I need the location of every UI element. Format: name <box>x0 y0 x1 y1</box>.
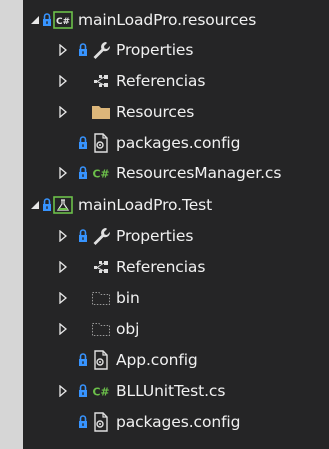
tree-item-bin[interactable]: bin <box>23 283 329 314</box>
collapsed-triangle-icon[interactable] <box>57 290 69 306</box>
tree-item-app-config[interactable]: App.config <box>23 345 329 376</box>
tree-item-label: Properties <box>116 227 194 245</box>
hidden-folder-icon <box>91 288 111 308</box>
tree-item-label: ResourcesManager.cs <box>116 164 282 182</box>
csharp-file-icon: C# <box>91 381 111 401</box>
expanded-triangle-icon[interactable] <box>29 12 41 28</box>
lock-icon <box>78 165 88 181</box>
lock-icon <box>78 414 88 430</box>
tree-item-packages-config[interactable]: packages.config <box>23 407 329 438</box>
tree-item-project-resources[interactable]: C# mainLoadPro.resources <box>23 5 329 36</box>
references-icon <box>91 257 111 277</box>
tree-item-label: Properties <box>116 41 194 59</box>
tree-item-label: BLLUnitTest.cs <box>116 382 226 400</box>
svg-text:C#: C# <box>56 17 70 27</box>
solution-explorer-tree: C# mainLoadPro.resources Properties Refe… <box>23 0 329 449</box>
references-icon <box>91 71 111 91</box>
config-file-icon <box>91 412 111 432</box>
lock-icon <box>78 383 88 399</box>
lock-icon <box>78 42 88 58</box>
tree-item-bllunittest-cs[interactable]: C# BLLUnitTest.cs <box>23 376 329 407</box>
collapsed-triangle-icon[interactable] <box>57 42 69 58</box>
lock-icon <box>78 228 88 244</box>
collapsed-triangle-icon[interactable] <box>57 73 69 89</box>
csharp-project-icon: C# <box>53 10 73 30</box>
tree-item-label: obj <box>116 320 140 338</box>
tree-item-project-test[interactable]: mainLoadPro.Test <box>23 190 329 221</box>
config-file-icon <box>91 133 111 153</box>
lock-icon <box>42 12 52 28</box>
tree-item-label: packages.config <box>116 413 241 431</box>
tree-item-resourcesmanager-cs[interactable]: C# ResourcesManager.cs <box>23 158 329 189</box>
folder-icon <box>91 102 111 122</box>
collapsed-triangle-icon[interactable] <box>57 259 69 275</box>
tree-item-label: Referencias <box>116 72 206 90</box>
lock-icon <box>78 135 88 151</box>
collapsed-triangle-icon[interactable] <box>57 321 69 337</box>
tree-item-label: Referencias <box>116 258 206 276</box>
tree-item-obj[interactable]: obj <box>23 314 329 345</box>
collapsed-triangle-icon[interactable] <box>57 228 69 244</box>
tree-item-references[interactable]: Referencias <box>23 252 329 283</box>
tree-item-properties[interactable]: Properties <box>23 221 329 252</box>
collapsed-triangle-icon[interactable] <box>57 104 69 120</box>
collapsed-triangle-icon[interactable] <box>57 383 69 399</box>
collapsed-triangle-icon[interactable] <box>57 165 69 181</box>
svg-text:C#: C# <box>93 386 110 399</box>
config-file-icon <box>91 350 111 370</box>
lock-icon <box>78 352 88 368</box>
tree-item-label: packages.config <box>116 134 241 152</box>
tree-item-label: mainLoadPro.Test <box>78 196 213 214</box>
tree-item-resources-folder[interactable]: Resources <box>23 97 329 128</box>
lock-icon <box>42 197 52 213</box>
tree-item-label: bin <box>116 289 140 307</box>
wrench-icon <box>91 40 111 60</box>
tree-item-properties[interactable]: Properties <box>23 35 329 66</box>
tree-item-packages-config[interactable]: packages.config <box>23 128 329 159</box>
hidden-folder-icon <box>91 319 111 339</box>
expanded-triangle-icon[interactable] <box>29 197 41 213</box>
tree-item-references[interactable]: Referencias <box>23 66 329 97</box>
svg-text:C#: C# <box>93 168 110 181</box>
tree-item-label: App.config <box>116 351 198 369</box>
csharp-file-icon: C# <box>91 163 111 183</box>
tree-item-label: mainLoadPro.resources <box>78 11 257 29</box>
test-project-icon <box>53 195 73 215</box>
tree-item-label: Resources <box>116 103 195 121</box>
wrench-icon <box>91 226 111 246</box>
